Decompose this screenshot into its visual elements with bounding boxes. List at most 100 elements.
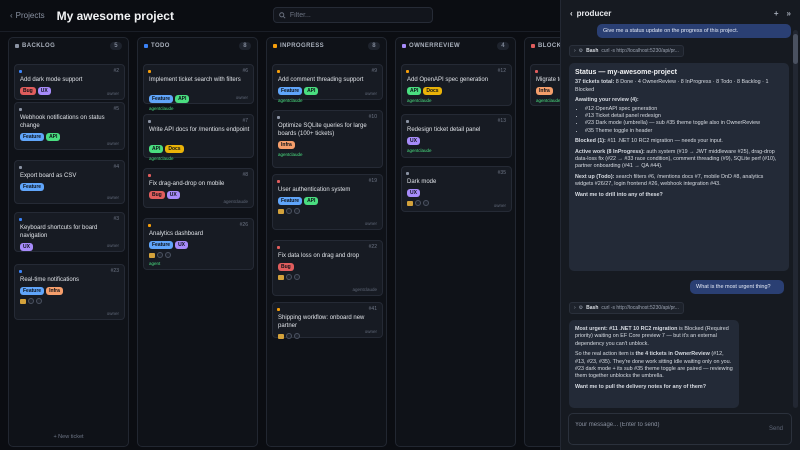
message-input[interactable] — [575, 422, 745, 436]
tag-badge: Feature — [149, 95, 174, 103]
ticket-card[interactable]: #22 Fix data loss on drag and drop Bug agen… — [272, 240, 383, 296]
column-inprogress: INPROGRESS 8 #9 Add comment threading suppo… — [266, 37, 387, 447]
tool-call[interactable]: › ⚙ Bash curl -s http://localhost:5230/api/… — [569, 302, 684, 314]
tool-command: curl -s http://localhost:5230/api/pr... — [601, 48, 679, 54]
collapse-icon[interactable]: » — [787, 9, 791, 18]
column-ownerreview: OWNERREVIEW 4 #12 Add OpenAPI spec generati… — [395, 37, 516, 447]
ticket-title: Implement ticket search with filters — [149, 77, 241, 83]
ticket-number: #7 — [242, 118, 248, 124]
priority-dot — [277, 246, 280, 249]
card-meta — [278, 208, 300, 214]
ticket-title: Analytics dashboard — [149, 231, 204, 237]
tag-badge: UX — [20, 243, 33, 251]
owner-label: owner — [106, 195, 119, 200]
filter-box[interactable] — [273, 7, 433, 23]
ticket-title: Real-time notifications — [20, 277, 80, 283]
chevron-left-icon: ‹ — [10, 11, 13, 20]
column-title: BACKLOG — [22, 43, 56, 49]
tag-badge: API — [149, 145, 164, 153]
priority-dot — [277, 308, 280, 311]
agent-label: agentclaude — [278, 98, 303, 103]
agent-label: agentclaude — [407, 148, 432, 153]
tag-list: Infra — [278, 141, 295, 149]
column-header: INPROGRESS 8 — [267, 38, 386, 54]
back-label: Projects — [15, 11, 45, 20]
ticket-card[interactable]: #5 Webhook notifications on status change… — [14, 102, 125, 150]
ticket-card[interactable]: #3 Keyboard shortcuts for board navigatio… — [14, 212, 125, 252]
ask-line: Want me to drill into any of these? — [575, 191, 663, 198]
tag-list: Bug UX — [20, 87, 51, 95]
card-meta — [278, 333, 300, 339]
folder-icon — [278, 208, 284, 214]
ticket-title: Keyboard shortcuts for board navigation — [20, 225, 98, 239]
priority-dot — [277, 70, 280, 73]
agent-label: agentclaude — [149, 156, 174, 161]
new-ticket-button[interactable]: + New ticket — [9, 434, 128, 440]
tag-badge: Docs — [423, 87, 442, 95]
send-button[interactable]: Send — [769, 426, 783, 432]
column-title: INPROGRESS — [280, 43, 325, 49]
add-icon[interactable]: + — [774, 9, 779, 18]
filter-input[interactable] — [289, 11, 427, 19]
folder-icon — [407, 200, 413, 206]
owner-label: owner — [106, 91, 119, 96]
ticket-card[interactable]: #12 Add OpenAPI spec generation API Docs age… — [401, 64, 512, 106]
ticket-card[interactable]: #41 Shipping workflow: onboard new partne… — [272, 302, 383, 339]
blocked-line: Blocked (1): #11 .NET 10 RC2 migration —… — [575, 138, 723, 145]
owner-label: owner — [106, 243, 119, 248]
priority-dot — [19, 218, 22, 221]
tag-badge: Infra — [536, 87, 553, 95]
tool-command: curl -s http://localhost:5230/api/pr... — [601, 305, 679, 311]
tag-badge: Bug — [278, 263, 294, 271]
priority-dot — [19, 166, 22, 169]
status-dot — [402, 44, 406, 48]
folder-icon — [278, 274, 284, 280]
ticket-card[interactable]: #4 Export board as CSV Feature owner — [14, 160, 125, 204]
owner-label: owner — [364, 91, 377, 96]
card-meta — [278, 274, 300, 280]
ticket-card[interactable]: #8 Fix drag-and-drop on mobile Bug UX agentc… — [143, 168, 254, 208]
ticket-card[interactable]: #9 Add comment threading support Feature AP… — [272, 64, 383, 103]
ticket-card[interactable]: #7 Write API docs for /mentions endpoint A… — [143, 114, 254, 161]
message-composer[interactable]: Send — [568, 413, 792, 445]
tag-list: Feature API — [278, 197, 319, 205]
tag-badge: UX — [407, 137, 420, 145]
ticket-number: #8 — [242, 172, 248, 178]
ticket-card[interactable]: #6 Implement ticket search with filters Fe… — [143, 64, 254, 111]
tag-badge: Bug — [149, 191, 165, 199]
priority-dot — [406, 172, 409, 175]
search-icon — [279, 11, 286, 19]
ticket-card[interactable]: #26 Analytics dashboard Feature UX agent — [143, 218, 254, 270]
tag-badge: Feature — [20, 287, 45, 295]
chevron-left-icon[interactable]: ‹ — [570, 9, 573, 18]
tag-badge: Infra — [278, 141, 295, 149]
ticket-card[interactable]: #13 Redesign ticket detail panel UX agentcl… — [401, 114, 512, 158]
back-link[interactable]: ‹ Projects — [10, 11, 45, 20]
avatar-icon — [286, 333, 292, 339]
ticket-title: User authentication system — [278, 187, 351, 193]
ticket-title: Shipping workflow: onboard new partner — [278, 315, 365, 329]
priority-dot — [406, 70, 409, 73]
chat-panel: ‹ producer + » Give me a status update on… — [560, 0, 800, 450]
chat-scrollbar[interactable] — [793, 30, 798, 408]
tag-badge: API — [46, 133, 61, 141]
chevron-right-icon: › — [574, 48, 576, 54]
ticket-title: Export board as CSV — [20, 173, 77, 179]
tag-badge: API — [304, 87, 319, 95]
tag-badge: UX — [407, 189, 420, 197]
ticket-card[interactable]: #11Migrate to .NETInfraagentclaude — [530, 64, 560, 106]
ticket-card[interactable]: #35 Dark mode UX owner — [401, 166, 512, 212]
agent-label: agentclaude — [536, 98, 560, 103]
ticket-card[interactable]: #23 Real-time notifications Feature Infra ow… — [14, 264, 125, 320]
ticket-card[interactable]: #10 Optimize SQLite queries for large boa… — [272, 110, 383, 168]
tag-list: UX — [407, 137, 420, 145]
action-line: So the real action item is the 4 tickets… — [575, 351, 733, 380]
ticket-title: Redesign ticket detail panel — [407, 127, 481, 133]
tool-call[interactable]: › ⚙ Bash curl -s http://localhost:5230/api/… — [569, 45, 684, 57]
scrollbar-thumb[interactable] — [793, 34, 798, 64]
ticket-title: Fix drag-and-drop on mobile — [149, 181, 225, 187]
ticket-number: #22 — [368, 244, 377, 250]
ticket-card[interactable]: #2 Add dark mode support Bug UX owner — [14, 64, 125, 100]
ticket-card[interactable]: #19 User authentication system Feature API o… — [272, 174, 383, 230]
tag-badge: Feature — [20, 183, 45, 191]
